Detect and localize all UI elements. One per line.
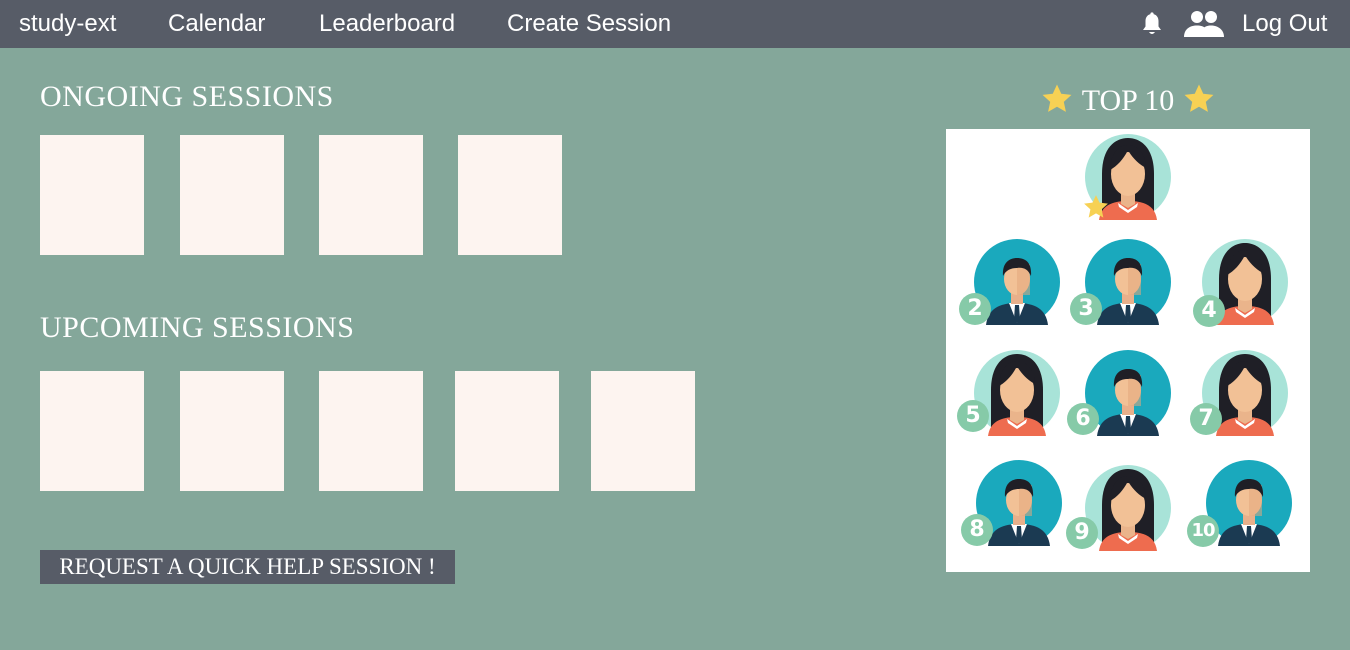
- rank-badge: 6: [1067, 403, 1099, 435]
- rank-badge: 3: [1070, 293, 1102, 325]
- top10-heading: TOP 10: [946, 82, 1310, 118]
- rank-badge: 5: [957, 400, 989, 432]
- ongoing-session-card[interactable]: [40, 135, 144, 255]
- rank-badge: 8: [961, 514, 993, 546]
- bell-icon[interactable]: [1141, 12, 1163, 36]
- brand-link[interactable]: study-ext: [19, 0, 116, 48]
- upcoming-session-card[interactable]: [180, 371, 284, 491]
- people-icon[interactable]: [1183, 10, 1225, 38]
- leaderboard-avatar-9[interactable]: [1085, 465, 1171, 551]
- ongoing-session-card[interactable]: [458, 135, 562, 255]
- leaderboard-avatar-10[interactable]: [1206, 460, 1292, 546]
- first-place-star-icon: [1082, 193, 1110, 226]
- ongoing-session-card[interactable]: [180, 135, 284, 255]
- rank-badge: 9: [1066, 517, 1098, 549]
- top-nav-bar: study-ext Calendar Leaderboard Create Se…: [0, 0, 1350, 48]
- leaderboard-panel: 2 3 4 5 6 7 8 9 10: [946, 129, 1310, 572]
- upcoming-session-card[interactable]: [591, 371, 695, 491]
- star-icon: [1040, 82, 1074, 116]
- upcoming-sessions-heading: UPCOMING SESSIONS: [40, 311, 355, 344]
- nav-calendar[interactable]: Calendar: [168, 0, 265, 48]
- upcoming-session-card[interactable]: [455, 371, 559, 491]
- rank-badge: 4: [1193, 295, 1225, 327]
- rank-badge: 2: [959, 293, 991, 325]
- upcoming-session-card[interactable]: [40, 371, 144, 491]
- top10-title-text: TOP 10: [1081, 84, 1175, 117]
- nav-leaderboard[interactable]: Leaderboard: [319, 0, 455, 48]
- upcoming-session-card[interactable]: [319, 371, 423, 491]
- star-icon: [1182, 82, 1216, 116]
- request-help-button[interactable]: REQUEST A QUICK HELP SESSION !: [40, 550, 455, 584]
- ongoing-sessions-heading: ONGOING SESSIONS: [40, 80, 334, 113]
- rank-badge: 7: [1190, 403, 1222, 435]
- ongoing-session-card[interactable]: [319, 135, 423, 255]
- rank-badge: 10: [1187, 515, 1219, 547]
- nav-create-session[interactable]: Create Session: [507, 0, 671, 48]
- logout-link[interactable]: Log Out: [1242, 0, 1327, 48]
